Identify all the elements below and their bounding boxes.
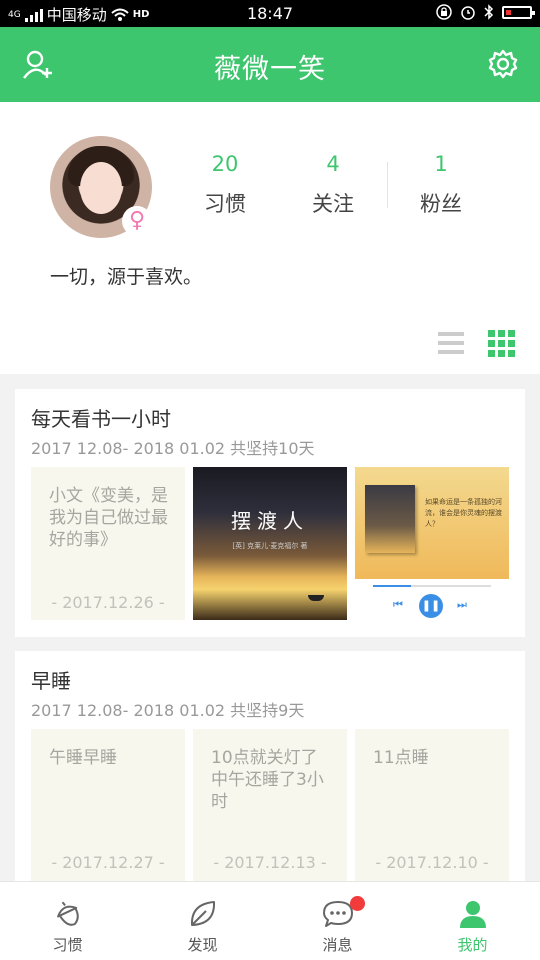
tab-messages[interactable]: 消息 <box>270 882 405 960</box>
habit-entry[interactable]: 午睡早睡 - 2017.12.27 - <box>31 729 185 886</box>
tab-habits[interactable]: 习惯 <box>0 882 135 960</box>
previous-icon: ⏮ <box>393 598 403 611</box>
stat-following[interactable]: 4 关注 <box>278 152 388 218</box>
status-right <box>436 4 535 20</box>
entry-text: 小文《变美，是我为自己做过最好的事》 <box>49 486 168 550</box>
acorn-icon <box>56 901 79 926</box>
stat-followers-value: 1 <box>434 152 448 176</box>
unread-badge <box>350 896 365 911</box>
habit-title: 早睡 <box>31 669 71 693</box>
audiobook-blurb: 如果命运是一条孤独的河流，谁会是你灵魂的摆渡人？ <box>425 498 502 528</box>
audio-controls: ⏮ ❚❚ ⏭ <box>355 579 509 620</box>
habit-entry[interactable]: 11点睡 - 2017.12.10 - <box>355 729 509 886</box>
habit-date-range: 2017 12.08- 2018 01.02 共坚持10天 <box>31 439 315 458</box>
profile-bio: 一切，源于喜欢。 <box>50 266 203 288</box>
bottom-tab-bar: 习惯 发现 消息 我的 <box>0 881 540 960</box>
stat-habits[interactable]: 20 习惯 <box>170 152 280 218</box>
tab-label: 发现 <box>187 936 218 954</box>
female-icon: ♀ <box>122 206 152 236</box>
chat-icon <box>322 901 353 927</box>
book-cover-author: [英] 克莱儿·麦克福尔 著 <box>232 542 308 550</box>
habit-card[interactable]: 每天看书一小时 2017 12.08- 2018 01.02 共坚持10天 小文… <box>15 389 525 637</box>
battery-icon <box>502 5 535 19</box>
entry-date: - 2017.12.26 - <box>51 593 165 612</box>
habit-title: 每天看书一小时 <box>31 407 171 431</box>
leaf-icon <box>190 901 215 926</box>
entry-text: 10点就关灯了 中午还睡了3小时 <box>211 748 324 812</box>
lock-rotation-icon <box>436 4 452 20</box>
stat-followers[interactable]: 1 粉丝 <box>386 152 496 218</box>
entry-date: - 2017.12.10 - <box>375 853 489 872</box>
tab-discover[interactable]: 发现 <box>135 882 270 960</box>
tab-me[interactable]: 我的 <box>405 882 540 960</box>
gear-icon[interactable] <box>488 49 518 79</box>
top-app-bar: 薇微一笑 <box>0 27 540 102</box>
list-view-icon[interactable] <box>438 332 464 354</box>
page-title: 薇微一笑 <box>214 54 326 85</box>
habit-date-range: 2017 12.08- 2018 01.02 共坚持9天 <box>31 701 305 720</box>
tab-label: 我的 <box>457 936 488 954</box>
stat-following-value: 4 <box>326 152 340 176</box>
avatar-face <box>80 162 122 214</box>
entry-text: 午睡早睡 <box>49 748 117 768</box>
status-bar: 4G 中国移动 HD 18:47 <box>0 0 540 27</box>
stat-following-label: 关注 <box>312 192 354 216</box>
pause-icon: ❚❚ <box>419 594 443 618</box>
boat-graphic <box>308 595 324 601</box>
audiobook-cover <box>365 485 415 553</box>
audiobook-screenshot[interactable]: 如果命运是一条孤独的河流，谁会是你灵魂的摆渡人？ ⏮ ❚❚ ⏭ <box>355 467 509 620</box>
profile-section: ♀ 20 习惯 4 关注 1 粉丝 一切，源于喜欢。 <box>0 102 540 374</box>
alarm-icon <box>461 6 475 20</box>
book-cover-image[interactable]: 摆渡人 [英] 克莱儿·麦克福尔 著 <box>193 467 347 620</box>
audio-progress-bar <box>373 585 491 587</box>
stat-habits-label: 习惯 <box>204 192 246 216</box>
book-cover-title: 摆渡人 <box>231 509 309 533</box>
bluetooth-icon <box>484 4 494 20</box>
stat-habits-value: 20 <box>211 152 239 176</box>
habit-card[interactable]: 早睡 2017 12.08- 2018 01.02 共坚持9天 午睡早睡 - 2… <box>15 651 525 886</box>
tab-label: 消息 <box>322 936 353 954</box>
habit-entry[interactable]: 10点就关灯了 中午还睡了3小时 - 2017.12.13 - <box>193 729 347 886</box>
entry-date: - 2017.12.27 - <box>51 853 165 872</box>
entry-date: - 2017.12.13 - <box>213 853 327 872</box>
person-icon <box>459 901 486 928</box>
stat-followers-label: 粉丝 <box>420 192 462 216</box>
next-icon: ⏭ <box>457 598 467 611</box>
entry-text: 11点睡 <box>373 748 429 768</box>
habit-entry[interactable]: 小文《变美，是我为自己做过最好的事》 - 2017.12.26 - <box>31 467 185 620</box>
grid-view-icon[interactable] <box>488 330 515 357</box>
tab-label: 习惯 <box>52 936 83 954</box>
